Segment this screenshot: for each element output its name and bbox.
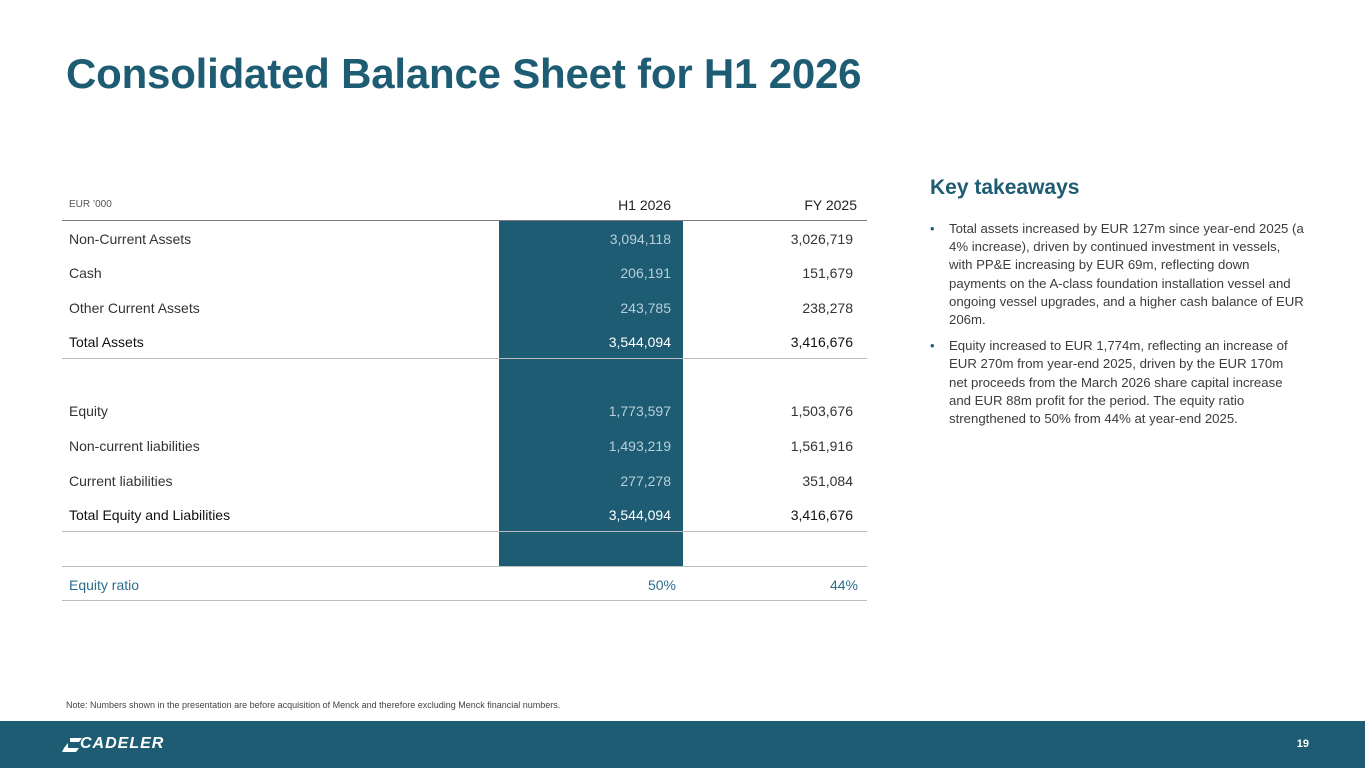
row-label: Cash (69, 265, 102, 281)
table-row: Equity 1,773,597 1,503,676 (62, 394, 867, 428)
row-label: Equity (69, 403, 108, 419)
table-header-row: EUR ’000 H1 2026 FY 2025 (62, 188, 867, 222)
unit-label: EUR ’000 (69, 199, 112, 210)
page-title: Consolidated Balance Sheet for H1 2026 (66, 50, 862, 97)
row-value-fy: 238,278 (802, 300, 853, 316)
row-value-h1: 1,773,597 (608, 403, 671, 419)
table-row: Cash 206,191 151,679 (62, 256, 867, 290)
cadeler-logo-icon (62, 738, 82, 752)
total-row: Total Assets 3,544,094 3,416,676 (62, 325, 867, 359)
row-value-fy: 44% (829, 577, 858, 593)
table-row: Non-Current Assets 3,094,118 3,026,719 (62, 222, 867, 256)
row-value-fy: 1,561,916 (790, 438, 853, 454)
bullet-icon: • (930, 221, 935, 236)
list-item: • Total assets increased by EUR 127m sin… (930, 220, 1305, 329)
row-value-fy: 3,026,719 (790, 231, 853, 247)
row-divider (62, 358, 867, 359)
row-value-h1: 206,191 (620, 265, 671, 281)
row-label: Total Equity and Liabilities (69, 507, 231, 523)
key-takeaways-heading: Key takeaways (930, 176, 1080, 199)
header-divider (62, 220, 867, 221)
list-item: • Equity increased to EUR 1,774m, reflec… (930, 337, 1305, 428)
footnote: Note: Numbers shown in the presentation … (66, 700, 561, 710)
column-header-h1: H1 2026 (618, 197, 671, 213)
footer-bar: CADELER 19 (0, 721, 1365, 768)
total-row: Total Equity and Liabilities 3,544,094 3… (62, 498, 867, 532)
row-value-fy: 151,679 (802, 265, 853, 281)
column-header-fy: FY 2025 (804, 197, 857, 213)
row-label: Current liabilities (69, 473, 173, 489)
table-row: Non-current liabilities 1,493,219 1,561,… (62, 429, 867, 463)
row-label: Equity ratio (69, 577, 140, 593)
row-value-fy: 3,416,676 (790, 334, 853, 350)
row-value-h1: 3,544,094 (608, 507, 671, 523)
row-divider (62, 531, 867, 532)
row-value-h1: 1,493,219 (608, 438, 671, 454)
table-row: Other Current Assets 243,785 238,278 (62, 291, 867, 325)
table-bottom-rule (62, 600, 867, 601)
page-number: 19 (1296, 738, 1309, 750)
row-value-h1: 3,544,094 (608, 334, 671, 350)
bullet-icon: • (930, 338, 935, 354)
takeaways-list: • Total assets increased by EUR 127m sin… (930, 220, 1305, 436)
row-label: Non-current liabilities (69, 438, 200, 454)
row-label: Non-Current Assets (69, 231, 192, 247)
takeaway-text: Total assets increased by EUR 127m since… (949, 221, 1304, 328)
row-value-h1: 50% (647, 577, 676, 593)
row-value-fy: 351,084 (802, 473, 853, 489)
row-value-h1: 243,785 (620, 300, 671, 316)
takeaway-text: Equity increased to EUR 1,774m, reflecti… (949, 338, 1288, 427)
balance-sheet-table: EUR ’000 H1 2026 FY 2025 Non-Current Ass… (62, 188, 867, 602)
company-logo-text: CADELER (80, 735, 165, 752)
row-value-fy: 1,503,676 (790, 403, 853, 419)
row-value-fy: 3,416,676 (790, 507, 853, 523)
row-value-h1: 3,094,118 (609, 231, 671, 247)
row-value-h1: 277,278 (620, 473, 671, 489)
table-row: Current liabilities 277,278 351,084 (62, 464, 867, 498)
row-divider (62, 566, 867, 567)
equity-ratio-row: Equity ratio 50% 44% (62, 568, 867, 602)
row-label: Total Assets (69, 334, 144, 350)
row-label: Other Current Assets (69, 300, 200, 316)
